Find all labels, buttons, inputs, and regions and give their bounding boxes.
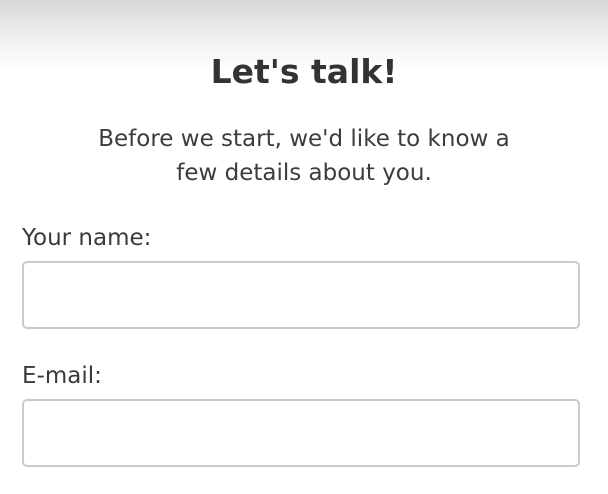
- email-label: E-mail:: [22, 363, 102, 389]
- name-label: Your name:: [22, 225, 152, 251]
- email-field[interactable]: [22, 399, 580, 467]
- intro-text: Before we start, we'd like to know a few…: [84, 122, 524, 190]
- chat-prechat-form: Let's talk! Before we start, we'd like t…: [0, 0, 608, 494]
- intro-text-line-1: Before we start, we'd like to know a: [98, 126, 510, 152]
- name-field[interactable]: [22, 261, 580, 329]
- intro-text-line-2: few details about you.: [176, 160, 432, 186]
- page-title: Let's talk!: [210, 52, 398, 91]
